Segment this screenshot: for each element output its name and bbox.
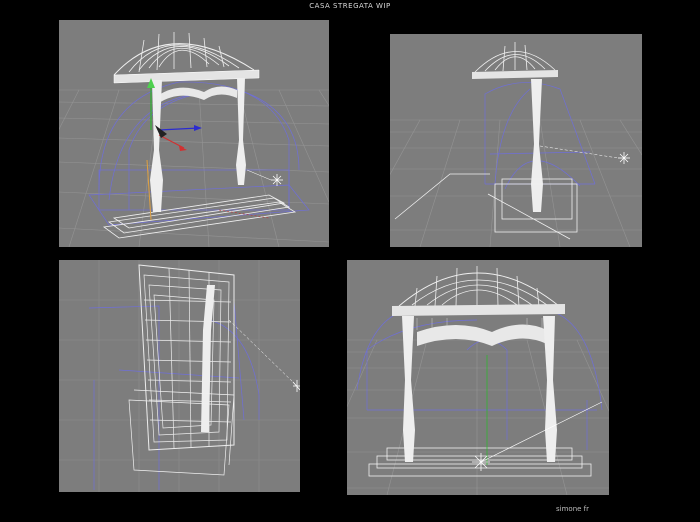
arch-roof-slab [392,304,565,316]
viewport-perspective-2-canvas [390,34,642,247]
viewport-perspective-1[interactable] [59,20,329,247]
viewport-front[interactable] [347,260,609,495]
author-credit: simone fr [556,505,590,513]
viewport-perspective-2[interactable] [390,34,642,247]
viewport-front-canvas [347,260,609,495]
viewport-perspective-1-canvas [59,20,329,247]
viewport-top[interactable] [59,260,300,492]
page-title: CASA STREGATA WIP [309,2,391,10]
viewport-top-canvas [59,260,300,492]
